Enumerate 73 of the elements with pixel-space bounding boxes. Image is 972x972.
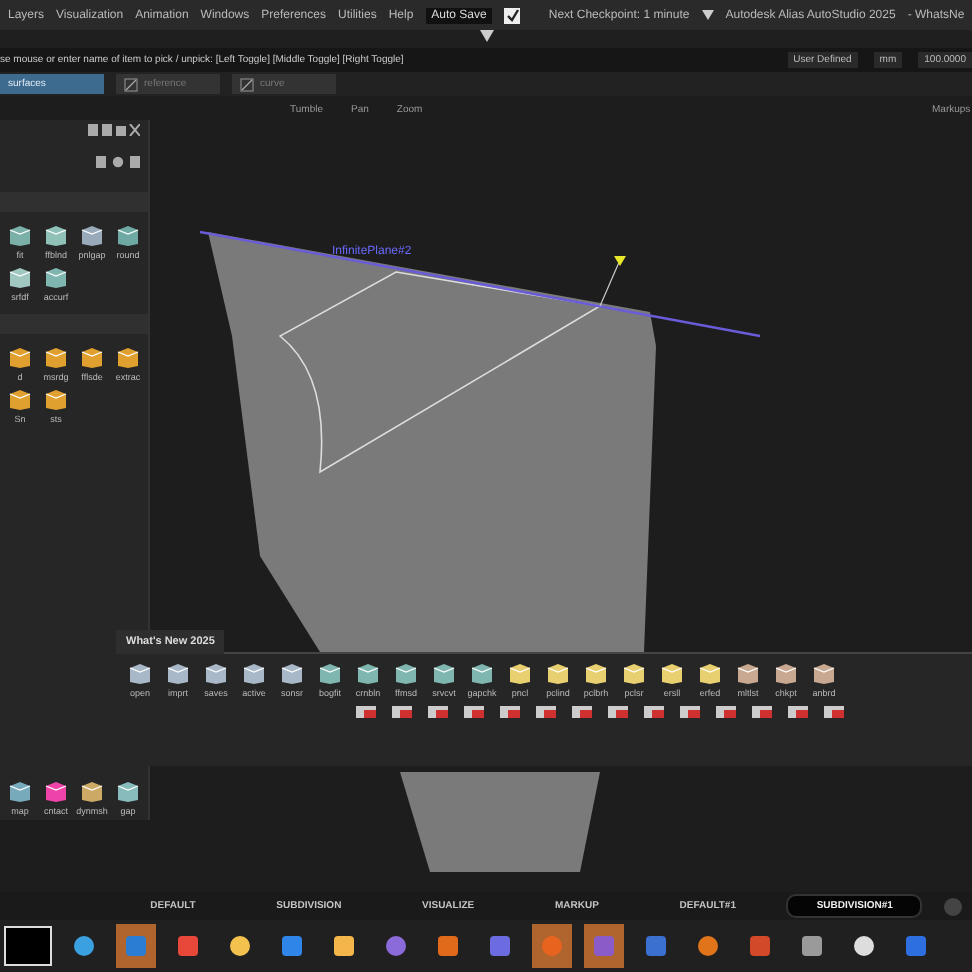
app-icon xyxy=(124,934,148,958)
tool-icon xyxy=(698,662,722,686)
tool-icon xyxy=(470,662,494,686)
tool-icon xyxy=(318,662,342,686)
tool-icon[interactable] xyxy=(644,704,664,720)
tool-icon xyxy=(8,346,32,370)
tool-icon[interactable] xyxy=(464,704,484,720)
tool-icon xyxy=(356,662,380,686)
tool-icon[interactable] xyxy=(500,704,520,720)
tool-icon xyxy=(432,662,456,686)
tool-icon xyxy=(736,662,760,686)
tool-icon xyxy=(128,662,152,686)
tool-icon xyxy=(508,662,532,686)
app-icon xyxy=(488,934,512,958)
tool-icon xyxy=(812,662,836,686)
tool-icon xyxy=(44,388,68,412)
tool-icon xyxy=(116,780,140,804)
tool-icon xyxy=(622,662,646,686)
app-icon xyxy=(904,934,928,958)
app-icon xyxy=(592,934,616,958)
panel-controls-icon[interactable] xyxy=(88,124,140,136)
tool-icon xyxy=(80,346,104,370)
tool-icon[interactable] xyxy=(824,704,844,720)
tool-icon[interactable] xyxy=(716,704,736,720)
tool-icon xyxy=(242,662,266,686)
tool-icon xyxy=(8,388,32,412)
app-icon xyxy=(72,934,96,958)
caret-icon[interactable] xyxy=(701,10,714,20)
tool-icon[interactable] xyxy=(536,704,556,720)
tool-icon[interactable] xyxy=(428,704,448,720)
tool-icon xyxy=(8,266,32,290)
tool-icon xyxy=(8,224,32,248)
palette-menu-icon[interactable] xyxy=(96,156,140,168)
tool-icon xyxy=(394,662,418,686)
widget-thumbnail[interactable] xyxy=(4,926,52,966)
app-icon xyxy=(540,934,564,958)
tool-icon[interactable] xyxy=(356,704,376,720)
tool-icon xyxy=(584,662,608,686)
tool-icon xyxy=(44,780,68,804)
tool-icon xyxy=(44,346,68,370)
tool-icon xyxy=(546,662,570,686)
tool-icon xyxy=(44,266,68,290)
tool-icon[interactable] xyxy=(608,704,628,720)
app-icon xyxy=(436,934,460,958)
app-icon xyxy=(852,934,876,958)
tool-icon[interactable] xyxy=(572,704,592,720)
tool-icon[interactable] xyxy=(392,704,412,720)
tool-icon xyxy=(8,780,32,804)
visibility-icon[interactable] xyxy=(124,77,138,91)
app-icon xyxy=(280,934,304,958)
app-icon xyxy=(384,934,408,958)
tool-icon xyxy=(660,662,684,686)
tool-icon xyxy=(116,224,140,248)
app-icon xyxy=(176,934,200,958)
app-icon xyxy=(800,934,824,958)
auto-save-checkbox[interactable] xyxy=(504,7,521,23)
tool-icon xyxy=(44,224,68,248)
tool-icon xyxy=(116,346,140,370)
tool-icon[interactable] xyxy=(752,704,772,720)
app-icon xyxy=(644,934,668,958)
tool-icon xyxy=(280,662,304,686)
tool-icon xyxy=(80,780,104,804)
tool-icon xyxy=(204,662,228,686)
app-icon xyxy=(228,934,252,958)
app-icon xyxy=(332,934,356,958)
app-icon xyxy=(696,934,720,958)
tool-icon xyxy=(774,662,798,686)
tool-icon[interactable] xyxy=(788,704,808,720)
tool-icon xyxy=(80,224,104,248)
visibility-icon[interactable] xyxy=(240,77,254,91)
tool-icon xyxy=(166,662,190,686)
tool-icon[interactable] xyxy=(680,704,700,720)
app-icon xyxy=(748,934,772,958)
